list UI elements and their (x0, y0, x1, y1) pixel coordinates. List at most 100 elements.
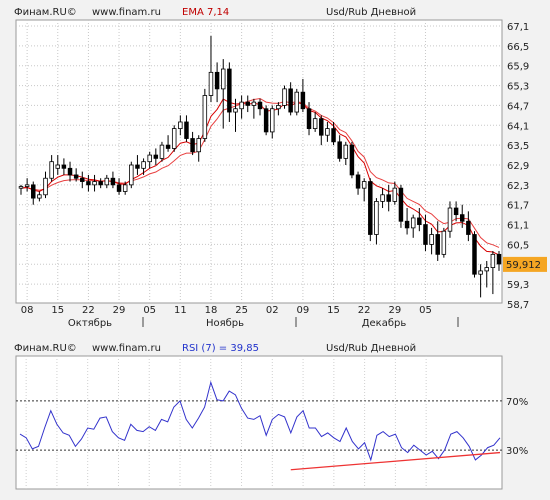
candle-body-down (496, 253, 502, 265)
candle-body-down (31, 184, 36, 199)
ema-label: EMA 7,14 (182, 7, 229, 18)
candle-body-down (245, 101, 250, 106)
price-tick-label: 61,7 (507, 201, 529, 212)
month-label: Октябрь (68, 318, 112, 329)
candle-body-down (61, 164, 67, 169)
candle-body-up (276, 105, 281, 110)
date-tick-label: 11 (174, 305, 187, 316)
candle-body-up (429, 234, 434, 245)
price-tick-label: 67,1 (507, 22, 529, 33)
candle-body-up (24, 184, 30, 187)
price-tick-label: 62,3 (507, 181, 529, 192)
price-tick-label: 61,1 (507, 221, 529, 232)
candle-body-down (337, 141, 342, 159)
candle-body-up (159, 144, 165, 159)
candle-body-down (98, 181, 103, 186)
candle (171, 125, 177, 152)
rsi-label: RSI (7) = 39,85 (182, 343, 259, 354)
rsi-level-70: 70% (506, 397, 528, 408)
candle-body-down (184, 121, 189, 139)
candle-body-up (251, 101, 257, 106)
candle-body-up (282, 88, 287, 106)
candle (368, 178, 373, 242)
candle-body-up (325, 128, 330, 136)
candle (202, 88, 208, 142)
candle-body-up (380, 194, 385, 202)
candle (398, 184, 404, 228)
candle-body-up (233, 108, 238, 113)
candle-body-up (312, 118, 318, 129)
candle (349, 141, 355, 179)
candle-body-up (270, 108, 275, 133)
price-tick-label: 66,5 (507, 42, 529, 53)
candle-body-down (67, 167, 73, 176)
date-tick-label: 18 (205, 305, 218, 316)
bottom-source: Финам.RU© (14, 343, 77, 354)
candle-body-down (73, 174, 79, 179)
candle-body-up (220, 68, 226, 90)
top-title: Usd/Rub Дневной (326, 7, 416, 18)
candle-body-down (404, 220, 410, 229)
candle-body-up (410, 217, 416, 229)
rsi-level-30: 30% (506, 446, 528, 457)
candle-body-down (466, 220, 471, 235)
date-tick-label: 15 (327, 305, 340, 316)
month-label: Декабрь (362, 318, 407, 329)
price-tick-label: 63,5 (507, 141, 529, 152)
date-tick-label: 25 (235, 305, 248, 316)
candle-body-down (435, 234, 440, 255)
date-tick-label: 05 (419, 305, 432, 316)
candle-body-down (423, 224, 428, 245)
candle-body-up (141, 161, 146, 169)
candle-body-up (239, 101, 244, 110)
price-tick-label: 64,7 (507, 101, 529, 112)
candle-body-down (86, 181, 91, 186)
candle-body-down (453, 207, 459, 216)
candle-body-down (153, 154, 159, 159)
candle (263, 105, 269, 136)
candle (294, 88, 300, 116)
candle-body-up (129, 164, 134, 186)
candle-body-up (392, 187, 398, 202)
candle-body-up (92, 181, 97, 186)
candle-body-up (208, 71, 214, 96)
price-tick-label: 64,1 (507, 121, 529, 132)
chart-canvas: Финам.RU© www.finam.ru EMA 7,14 Usd/Rub … (14, 7, 547, 490)
candle-body-down (368, 181, 373, 235)
candle-body-up (55, 164, 61, 169)
candle-body-down (80, 177, 85, 182)
candle (159, 141, 165, 162)
date-tick-label: 15 (51, 305, 64, 316)
candle-body-down (417, 217, 422, 225)
rsi-plot-area (15, 355, 503, 490)
candle-body-down (349, 144, 355, 176)
candle-body-down (472, 234, 477, 275)
candle-body-down (190, 138, 195, 153)
price-tick-label: 65,9 (507, 62, 529, 73)
candle-body-down (214, 71, 220, 90)
date-tick-label: 08 (21, 305, 34, 316)
candle (282, 85, 287, 109)
candle (441, 227, 447, 258)
candle-body-down (288, 88, 293, 113)
candle-body-down (135, 164, 140, 169)
price-tick-label: 58,7 (507, 300, 529, 311)
date-tick-label: 29 (113, 305, 126, 316)
candle-body-down (355, 174, 361, 189)
candle-body-down (257, 101, 263, 110)
candle-body-up (18, 186, 24, 189)
candle-body-down (306, 108, 312, 129)
last-price-label: 59,912 (506, 260, 541, 271)
candle-body-down (263, 108, 269, 133)
candle-body-up (104, 177, 110, 186)
date-tick-label: 05 (143, 305, 156, 316)
candle-body-up (196, 138, 201, 153)
candle-body-up (447, 207, 453, 232)
price-tick-label: 59,3 (507, 280, 529, 291)
price-tick-label: 60,5 (507, 240, 529, 251)
candle-body-up (202, 95, 208, 139)
date-tick-label: 29 (388, 305, 401, 316)
candle-body-down (331, 128, 336, 143)
price-tick-label: 62,9 (507, 161, 529, 172)
candle-body-down (227, 68, 232, 113)
